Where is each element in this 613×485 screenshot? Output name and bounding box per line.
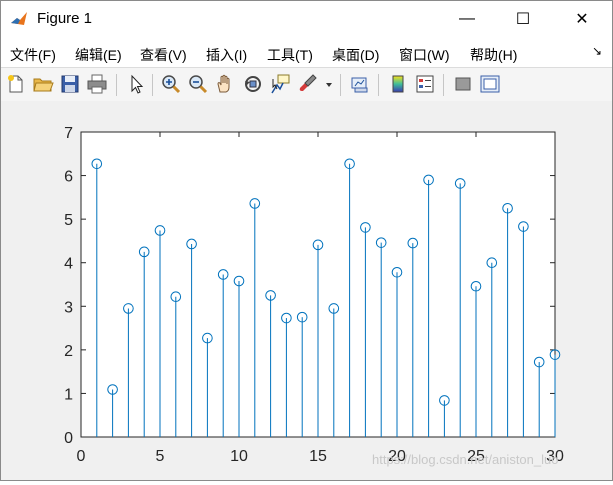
y-tick-label: 7 xyxy=(64,125,73,142)
menu-edit[interactable]: 编辑(E) xyxy=(75,45,122,65)
minimize-icon: — xyxy=(459,10,475,27)
x-tick-label: 0 xyxy=(77,448,86,465)
legend-icon[interactable] xyxy=(414,73,436,95)
colorbar-icon[interactable] xyxy=(387,73,409,95)
print-icon[interactable] xyxy=(86,73,108,95)
window-title: Figure 1 xyxy=(37,10,93,27)
y-tick-label: 5 xyxy=(64,212,73,229)
rotate-3d-icon[interactable] xyxy=(242,73,264,95)
show-plot-tools-icon[interactable] xyxy=(479,73,501,95)
menu-window[interactable]: 窗口(W) xyxy=(399,45,450,65)
menu-file[interactable]: 文件(F) xyxy=(10,45,56,65)
menu-insert[interactable]: 插入(I) xyxy=(206,45,247,65)
menu-help[interactable]: 帮助(H) xyxy=(470,45,517,65)
figure-toolbar xyxy=(1,67,612,102)
title-bar[interactable]: Figure 1 — ☐ ✕ xyxy=(1,1,612,37)
menu-view[interactable]: 查看(V) xyxy=(140,45,187,65)
menu-tools[interactable]: 工具(T) xyxy=(267,45,313,65)
y-tick-label: 3 xyxy=(64,299,73,316)
new-figure-icon[interactable] xyxy=(5,73,27,95)
toolbar-separator xyxy=(340,74,341,96)
x-tick-label: 15 xyxy=(309,448,327,465)
toolbar-separator xyxy=(116,74,117,96)
zoom-out-icon[interactable] xyxy=(187,73,209,95)
pan-hand-icon[interactable] xyxy=(214,73,236,95)
x-tick-label: 10 xyxy=(230,448,248,465)
menu-bar: 文件(F) 编辑(E) 查看(V) 插入(I) 工具(T) 桌面(D) 窗口(W… xyxy=(1,37,612,67)
maximize-icon: ☐ xyxy=(515,11,531,28)
save-icon[interactable] xyxy=(59,73,81,95)
y-tick-label: 1 xyxy=(64,386,73,403)
toolbar-separator xyxy=(443,74,444,96)
y-tick-label: 4 xyxy=(64,256,73,273)
hide-plot-tools-icon[interactable] xyxy=(452,73,474,95)
x-tick-label: 5 xyxy=(156,448,165,465)
close-icon: ✕ xyxy=(575,11,589,28)
stem-plot[interactable]: 0 5 10 15 20 25 3001234567 xyxy=(1,101,612,480)
zoom-in-icon[interactable] xyxy=(160,73,182,95)
matlab-logo-icon xyxy=(9,9,29,29)
dropdown-arrow-icon[interactable] xyxy=(323,73,335,95)
open-file-icon[interactable] xyxy=(32,73,54,95)
link-plot-icon[interactable] xyxy=(349,73,371,95)
figure-canvas: 0 5 10 15 20 25 30 0 1 2 3 4 5 6 7 xyxy=(1,101,612,480)
maximize-button[interactable]: ☐ xyxy=(500,1,546,37)
watermark-text: https://blog.csdn.net/aniston_luo xyxy=(372,452,559,467)
toolbar-separator xyxy=(152,74,153,96)
brush-icon[interactable] xyxy=(296,73,318,95)
menu-desktop[interactable]: 桌面(D) xyxy=(332,45,379,65)
minimize-button[interactable]: — xyxy=(444,1,490,37)
y-tick-label: 6 xyxy=(64,169,73,186)
y-tick-label: 0 xyxy=(64,430,73,447)
data-cursor-icon[interactable] xyxy=(269,73,291,95)
close-button[interactable]: ✕ xyxy=(559,1,605,37)
select-arrow-icon[interactable] xyxy=(125,73,147,95)
toolbar-separator xyxy=(378,74,379,96)
figure-window: Figure 1 — ☐ ✕ 文件(F) 编辑(E) 查看(V) 插入(I) 工… xyxy=(0,0,613,481)
y-tick-label: 2 xyxy=(64,343,73,360)
menu-overflow-arrow-icon[interactable]: ↘ xyxy=(592,44,602,58)
